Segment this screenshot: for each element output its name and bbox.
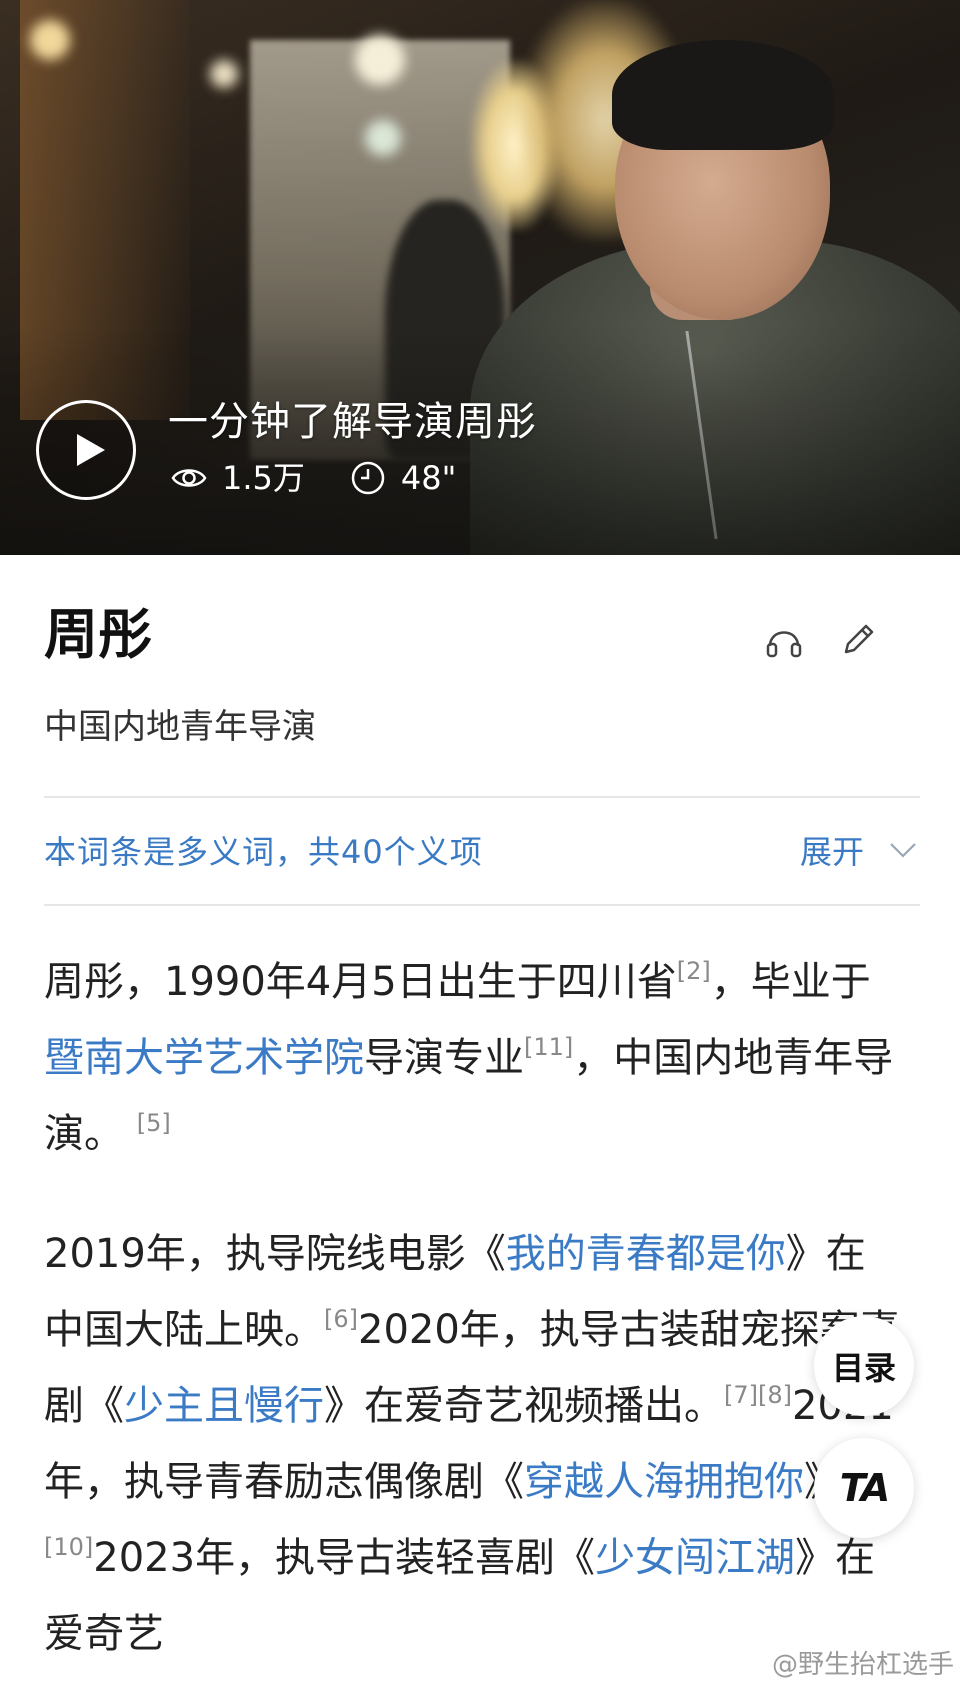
pencil-icon[interactable]	[836, 618, 880, 662]
expand-label: 展开	[799, 833, 864, 871]
career-paragraph: 2019年，执导院线电影《我的青春都是你》在中国大陆上映。[6]2020年，执导…	[44, 1216, 904, 1672]
reference-link[interactable]: [2]	[677, 957, 711, 985]
entry-subtitle: 中国内地青年导演	[44, 707, 316, 747]
reference-link[interactable]: [11]	[524, 1033, 573, 1061]
text-run: 》在爱奇艺视频播出。	[324, 1383, 724, 1429]
headphones-icon[interactable]	[762, 618, 806, 662]
video-meta: 1.5万 48"	[170, 458, 500, 498]
link-drama-title[interactable]: 穿越人海拥抱你	[524, 1459, 804, 1505]
reference-link[interactable]: [7][8]	[724, 1381, 792, 1409]
view-count: 1.5万	[170, 458, 305, 498]
ta-button[interactable]: TA	[814, 1438, 914, 1538]
video-banner[interactable]: 一分钟了解导演周彤 1.5万 48"	[0, 0, 960, 555]
clock-icon	[351, 461, 385, 495]
bokeh-light	[355, 35, 405, 85]
entry-tools	[732, 618, 880, 662]
reference-link[interactable]: [6]	[324, 1305, 358, 1333]
expand-button[interactable]: 展开	[800, 827, 920, 873]
text-run: 2023年，执导古装轻喜剧《	[93, 1535, 596, 1581]
link-drama-title[interactable]: 少主且慢行	[124, 1383, 324, 1429]
bokeh-light	[30, 20, 70, 60]
baike-page: 一分钟了解导演周彤 1.5万 48" 周彤 中国内地青年导演 本词条是多义词，共…	[0, 0, 960, 1685]
polysemy-bar[interactable]: 本词条是多义词，共40个义项 展开	[44, 820, 920, 880]
play-icon	[77, 434, 105, 466]
watermark: @野生抬杠选手	[771, 1650, 954, 1680]
divider	[44, 796, 920, 798]
summary-paragraph: 周彤，1990年4月5日出生于四川省[2]，毕业于暨南大学艺术学院导演专业[11…	[44, 944, 904, 1172]
text-run: 周彤，1990年4月5日出生于四川省	[44, 959, 677, 1005]
reference-link[interactable]: [5]	[137, 1109, 171, 1137]
link-film-title[interactable]: 我的青春都是你	[506, 1231, 786, 1277]
text-run: 导演专业	[364, 1035, 524, 1081]
view-count-text: 1.5万	[222, 459, 305, 497]
toc-button[interactable]: 目录	[814, 1316, 914, 1416]
link-drama-title[interactable]: 少女闯江湖	[595, 1535, 795, 1581]
bokeh-light	[365, 120, 401, 156]
eye-icon	[171, 469, 207, 487]
duration: 48"	[349, 458, 456, 498]
person-hair	[612, 40, 834, 150]
video-title: 一分钟了解导演周彤	[168, 399, 537, 445]
link-jinan-university[interactable]: 暨南大学艺术学院	[44, 1035, 364, 1081]
chevron-down-icon	[890, 843, 916, 858]
text-run: ，毕业于	[710, 959, 871, 1005]
duration-text: 48"	[400, 459, 457, 497]
text-run: 2019年，执导院线电影《	[44, 1231, 506, 1277]
entry-summary: 周彤，1990年4月5日出生于四川省[2]，毕业于暨南大学艺术学院导演专业[11…	[44, 944, 904, 1685]
divider	[44, 904, 920, 906]
bokeh-light	[210, 60, 238, 88]
play-button[interactable]	[36, 400, 136, 500]
entry-title: 周彤	[44, 603, 152, 666]
polysemy-text[interactable]: 本词条是多义词，共40个义项	[44, 827, 483, 873]
